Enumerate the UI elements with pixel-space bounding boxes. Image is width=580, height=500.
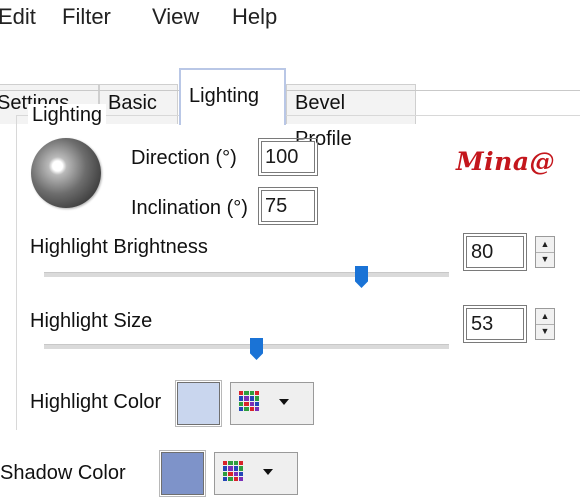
- spin-down-icon[interactable]: ▼: [536, 252, 554, 267]
- shadow-color-picker-button[interactable]: [214, 452, 298, 495]
- highlight-size-input[interactable]: 53: [463, 305, 527, 343]
- highlight-color-picker-button[interactable]: [230, 382, 314, 425]
- tab-lighting[interactable]: Lighting: [179, 68, 286, 125]
- direction-input[interactable]: 100: [258, 138, 318, 176]
- spin-up-icon[interactable]: ▲: [536, 237, 554, 253]
- chevron-down-icon: [263, 469, 273, 475]
- chevron-down-icon: [279, 399, 289, 405]
- menu-edit[interactable]: Edit: [0, 4, 36, 30]
- menu-help[interactable]: Help: [232, 4, 277, 30]
- direction-label: Direction (°): [131, 147, 237, 169]
- watermark-signature: Mina@: [456, 147, 556, 176]
- highlight-size-label: Highlight Size: [30, 310, 153, 332]
- highlight-color-swatch[interactable]: [175, 380, 222, 427]
- spin-up-icon[interactable]: ▲: [536, 309, 554, 325]
- menu-filter[interactable]: Filter: [62, 4, 111, 30]
- menu-view[interactable]: View: [152, 4, 199, 30]
- color-grid-icon: [239, 391, 259, 411]
- highlight-color-label: Highlight Color: [30, 391, 162, 413]
- inclination-label: Inclination (°): [131, 197, 248, 219]
- tab-divider: [0, 90, 580, 91]
- highlight-brightness-input[interactable]: 80: [463, 233, 527, 271]
- spin-down-icon[interactable]: ▼: [536, 324, 554, 339]
- inclination-input[interactable]: 75: [258, 187, 318, 225]
- spin-buttons: ▲ ▼: [535, 236, 555, 268]
- tab-strip: Settings Basic Lighting Bevel Profile: [0, 34, 580, 150]
- color-grid-icon: [223, 461, 243, 481]
- shadow-color-swatch[interactable]: [159, 450, 206, 497]
- lighting-group-title: Lighting: [28, 104, 107, 127]
- highlight-brightness-label: Highlight Brightness: [30, 236, 208, 258]
- sphere-preview-icon[interactable]: [31, 138, 101, 208]
- highlight-size-track[interactable]: [44, 344, 449, 349]
- menu-bar: Edit Filter View Help: [0, 0, 580, 34]
- highlight-brightness-track[interactable]: [44, 272, 449, 277]
- spin-buttons: ▲ ▼: [535, 308, 555, 340]
- shadow-color-label: Shadow Color: [0, 462, 126, 484]
